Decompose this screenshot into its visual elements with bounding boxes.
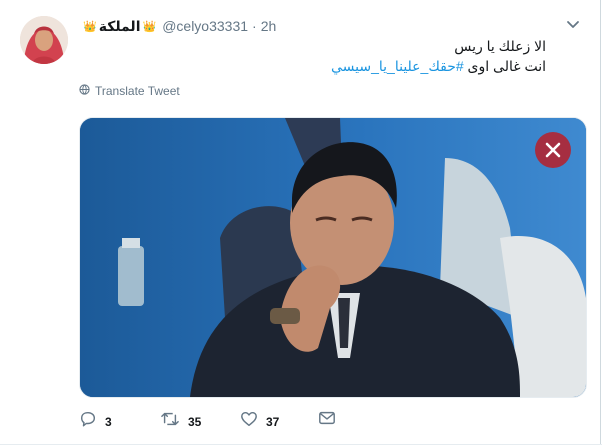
retweet-count: 35 bbox=[188, 414, 202, 429]
user-handle[interactable]: @celyo33331 bbox=[162, 18, 248, 34]
close-icon bbox=[545, 142, 561, 158]
hashtag-link[interactable]: #حقك_علينا_يا_سيسي bbox=[331, 58, 464, 74]
crown-icon: 👑 bbox=[83, 20, 97, 33]
display-name[interactable]: الملكة bbox=[99, 18, 141, 35]
photo-image bbox=[80, 118, 586, 397]
direct-message-button[interactable] bbox=[318, 410, 336, 431]
crown-icon: 👑 bbox=[142, 20, 157, 33]
chevron-down-icon[interactable] bbox=[565, 16, 581, 32]
translate-tweet-link[interactable]: Translate Tweet bbox=[79, 84, 180, 98]
tweet-text-fragment: انت غالى اوى bbox=[463, 58, 546, 74]
timestamp[interactable]: 2h bbox=[261, 18, 277, 34]
globe-icon bbox=[79, 84, 90, 98]
avatar[interactable] bbox=[20, 16, 68, 64]
reply-icon bbox=[79, 410, 97, 433]
heart-icon bbox=[240, 410, 258, 433]
reply-count: 3 bbox=[105, 414, 112, 429]
like-count: 37 bbox=[266, 414, 280, 429]
avatar-image bbox=[20, 16, 68, 64]
tweet-card: 👑 الملكة 👑 @celyo33331 · 2h الا زعلك يا … bbox=[0, 0, 602, 445]
tweet-text-line: الا زعلك يا ريس bbox=[454, 38, 546, 54]
divider bbox=[600, 0, 601, 445]
tweet-text: الا زعلك يا ريس انت غالى اوى #حقك_علينا_… bbox=[106, 36, 546, 76]
close-button[interactable] bbox=[535, 132, 571, 168]
tweet-header: 👑 الملكة 👑 @celyo33331 · 2h bbox=[82, 16, 276, 36]
translate-label: Translate Tweet bbox=[95, 84, 180, 98]
tweet-text-line: انت غالى اوى #حقك_علينا_يا_سيسي bbox=[106, 56, 546, 76]
retweet-button[interactable]: 35 bbox=[160, 410, 201, 433]
like-button[interactable]: 37 bbox=[240, 410, 279, 433]
envelope-icon bbox=[318, 410, 336, 431]
reply-button[interactable]: 3 bbox=[79, 410, 112, 433]
retweet-icon bbox=[160, 410, 180, 433]
tweet-photo[interactable] bbox=[79, 117, 587, 398]
separator: · bbox=[252, 18, 257, 34]
